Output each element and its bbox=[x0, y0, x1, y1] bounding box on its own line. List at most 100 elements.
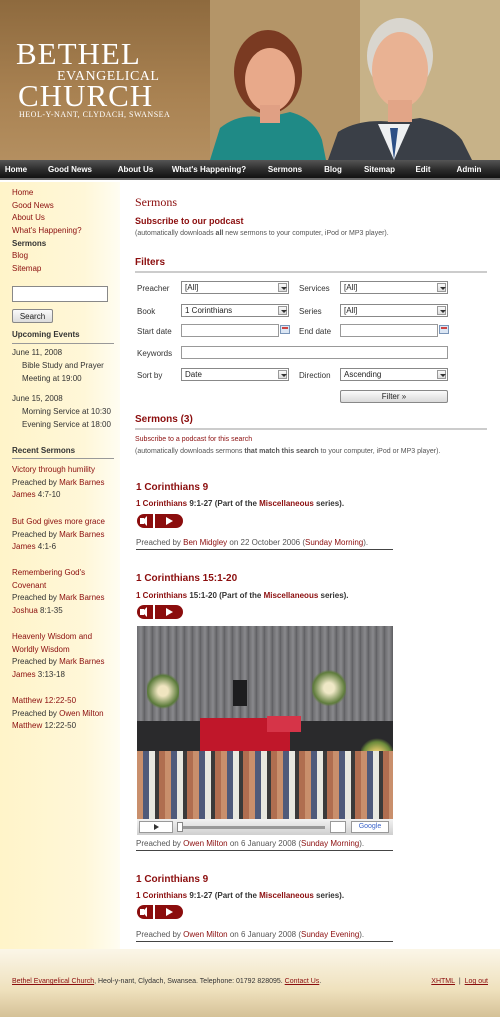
book-link[interactable]: James bbox=[12, 490, 36, 499]
book-link[interactable]: Matthew bbox=[12, 721, 42, 730]
sidebar-item-whats-happening[interactable]: What's Happening? bbox=[12, 225, 82, 238]
preacher-link[interactable]: Owen Milton bbox=[183, 930, 227, 939]
sidebar-item-home[interactable]: Home bbox=[12, 187, 82, 200]
video-preacher bbox=[233, 680, 247, 706]
service-link[interactable]: Sunday Morning bbox=[305, 538, 363, 547]
sermon-meta: Preached by Owen Milton on 6 January 200… bbox=[136, 839, 365, 848]
series-link[interactable]: Miscellaneous bbox=[264, 591, 319, 600]
book-link[interactable]: 1 Corinthians bbox=[136, 499, 187, 508]
event-line: Morning Service at 10:30 bbox=[22, 407, 111, 416]
direction-select[interactable]: Ascending bbox=[340, 368, 448, 381]
main-navigation: Home Good News About Us What's Happening… bbox=[0, 160, 500, 180]
sermon-title-link[interactable]: 1 Corinthians 15:1-20 bbox=[136, 573, 237, 584]
series-select[interactable]: [All] bbox=[340, 304, 448, 317]
play-button[interactable] bbox=[155, 905, 183, 919]
sidebar-item-good-news[interactable]: Good News bbox=[12, 200, 82, 213]
sermon-passage: 1 Corinthians 9:1-27 (Part of the Miscel… bbox=[136, 891, 345, 900]
sort-by-select[interactable]: Date bbox=[181, 368, 289, 381]
sermon-title-link[interactable]: 1 Corinthians 9 bbox=[136, 874, 208, 885]
sermons-count-heading: Sermons (3) bbox=[135, 414, 193, 425]
sermon-divider bbox=[136, 941, 393, 942]
service-link[interactable]: Sunday Evening bbox=[301, 930, 359, 939]
search-input[interactable] bbox=[12, 286, 108, 302]
sermon-title-link[interactable]: 1 Corinthians 9 bbox=[136, 482, 208, 493]
upcoming-events-heading: Upcoming Events bbox=[12, 330, 80, 339]
book-link[interactable]: James bbox=[12, 542, 36, 551]
preacher-link[interactable]: Owen Milton bbox=[183, 839, 227, 848]
play-button[interactable] bbox=[155, 605, 183, 619]
preacher-select[interactable]: [All] bbox=[181, 281, 289, 294]
nav-blog[interactable]: Blog bbox=[315, 160, 351, 180]
preached-by-label: Preached by bbox=[12, 593, 60, 603]
filter-button[interactable]: Filter » bbox=[340, 390, 448, 403]
sidebar-item-about-us[interactable]: About Us bbox=[12, 212, 82, 225]
recent-sermon-title-cont[interactable]: Covenant bbox=[12, 581, 46, 590]
nav-whats-happening[interactable]: What's Happening? bbox=[163, 160, 255, 180]
recent-sermon-title[interactable]: Heavenly Wisdom and bbox=[12, 632, 92, 641]
calendar-icon[interactable] bbox=[280, 325, 290, 334]
recent-sermon-title[interactable]: Victory through humility bbox=[12, 465, 95, 474]
footer-church-link[interactable]: Bethel Evangelical Church bbox=[12, 978, 94, 985]
recent-sermon-item: Victory through humility Preached by Mar… bbox=[12, 464, 105, 502]
sermon-divider bbox=[136, 850, 393, 851]
recent-sermon-item: But God gives more grace Preached by Mar… bbox=[12, 516, 105, 554]
fullscreen-icon[interactable] bbox=[330, 821, 346, 833]
video-congregation bbox=[137, 751, 393, 819]
google-video-logo[interactable]: Google bbox=[351, 821, 389, 833]
logout-link[interactable]: Log out bbox=[465, 978, 488, 985]
audio-player bbox=[137, 514, 183, 528]
nav-about-us[interactable]: About Us bbox=[108, 160, 163, 180]
contact-us-link[interactable]: Contact Us bbox=[285, 978, 320, 985]
nav-edit[interactable]: Edit bbox=[408, 160, 438, 180]
chevron-down-icon bbox=[437, 283, 446, 292]
xhtml-link[interactable]: XHTML bbox=[431, 978, 455, 985]
book-link[interactable]: Joshua bbox=[12, 606, 38, 615]
end-date-input[interactable] bbox=[340, 324, 438, 337]
keywords-input[interactable] bbox=[181, 346, 448, 359]
series-link[interactable]: Miscellaneous bbox=[259, 891, 314, 900]
service-link[interactable]: Sunday Morning bbox=[301, 839, 359, 848]
seek-handle[interactable] bbox=[177, 822, 183, 832]
search-podcast-link[interactable]: Subscribe to a podcast for this search bbox=[135, 436, 252, 443]
nav-good-news[interactable]: Good News bbox=[32, 160, 108, 180]
nav-sermons[interactable]: Sermons bbox=[255, 160, 315, 180]
nav-sitemap[interactable]: Sitemap bbox=[351, 160, 408, 180]
volume-icon[interactable] bbox=[137, 514, 153, 528]
book-link[interactable]: 1 Corinthians bbox=[136, 591, 187, 600]
video-player[interactable]: Google bbox=[137, 626, 393, 835]
audio-player bbox=[137, 905, 183, 919]
preacher-link[interactable]: Mark Barnes bbox=[59, 657, 104, 666]
preacher-link[interactable]: Owen Milton bbox=[59, 709, 103, 718]
seek-bar[interactable] bbox=[181, 826, 325, 829]
recent-sermon-title[interactable]: But God gives more grace bbox=[12, 517, 105, 526]
calendar-icon[interactable] bbox=[439, 325, 449, 334]
sidebar-item-sermons[interactable]: Sermons bbox=[12, 238, 82, 251]
nav-admin[interactable]: Admin bbox=[438, 160, 500, 180]
sidebar-item-sitemap[interactable]: Sitemap bbox=[12, 263, 82, 276]
volume-icon[interactable] bbox=[137, 905, 153, 919]
volume-icon[interactable] bbox=[137, 605, 153, 619]
sidebar-item-blog[interactable]: Blog bbox=[12, 250, 82, 263]
video-table bbox=[267, 716, 301, 732]
preacher-link[interactable]: Ben Midgley bbox=[183, 538, 227, 547]
series-link[interactable]: Miscellaneous bbox=[259, 499, 314, 508]
book-select[interactable]: 1 Corinthians bbox=[181, 304, 289, 317]
play-icon[interactable] bbox=[139, 821, 173, 833]
services-select[interactable]: [All] bbox=[340, 281, 448, 294]
search-button[interactable]: Search bbox=[12, 309, 53, 323]
recent-sermon-title[interactable]: Matthew 12:22-50 bbox=[12, 696, 76, 705]
book-link[interactable]: 1 Corinthians bbox=[136, 891, 187, 900]
chevron-down-icon bbox=[278, 283, 287, 292]
page-title: Sermons bbox=[135, 195, 177, 209]
start-date-input[interactable] bbox=[181, 324, 279, 337]
book-link[interactable]: James bbox=[12, 670, 36, 679]
recent-sermon-title-cont[interactable]: Worldly Wisdom bbox=[12, 645, 70, 654]
preacher-link[interactable]: Mark Barnes bbox=[59, 478, 104, 487]
podcast-link[interactable]: Subscribe to our podcast bbox=[135, 216, 244, 226]
preacher-link[interactable]: Mark Barnes bbox=[59, 593, 104, 602]
play-button[interactable] bbox=[155, 514, 183, 528]
recent-sermon-title[interactable]: Remembering God's bbox=[12, 568, 85, 577]
nav-home[interactable]: Home bbox=[0, 160, 32, 180]
preacher-link[interactable]: Mark Barnes bbox=[59, 530, 104, 539]
end-date-label: End date bbox=[299, 327, 332, 336]
